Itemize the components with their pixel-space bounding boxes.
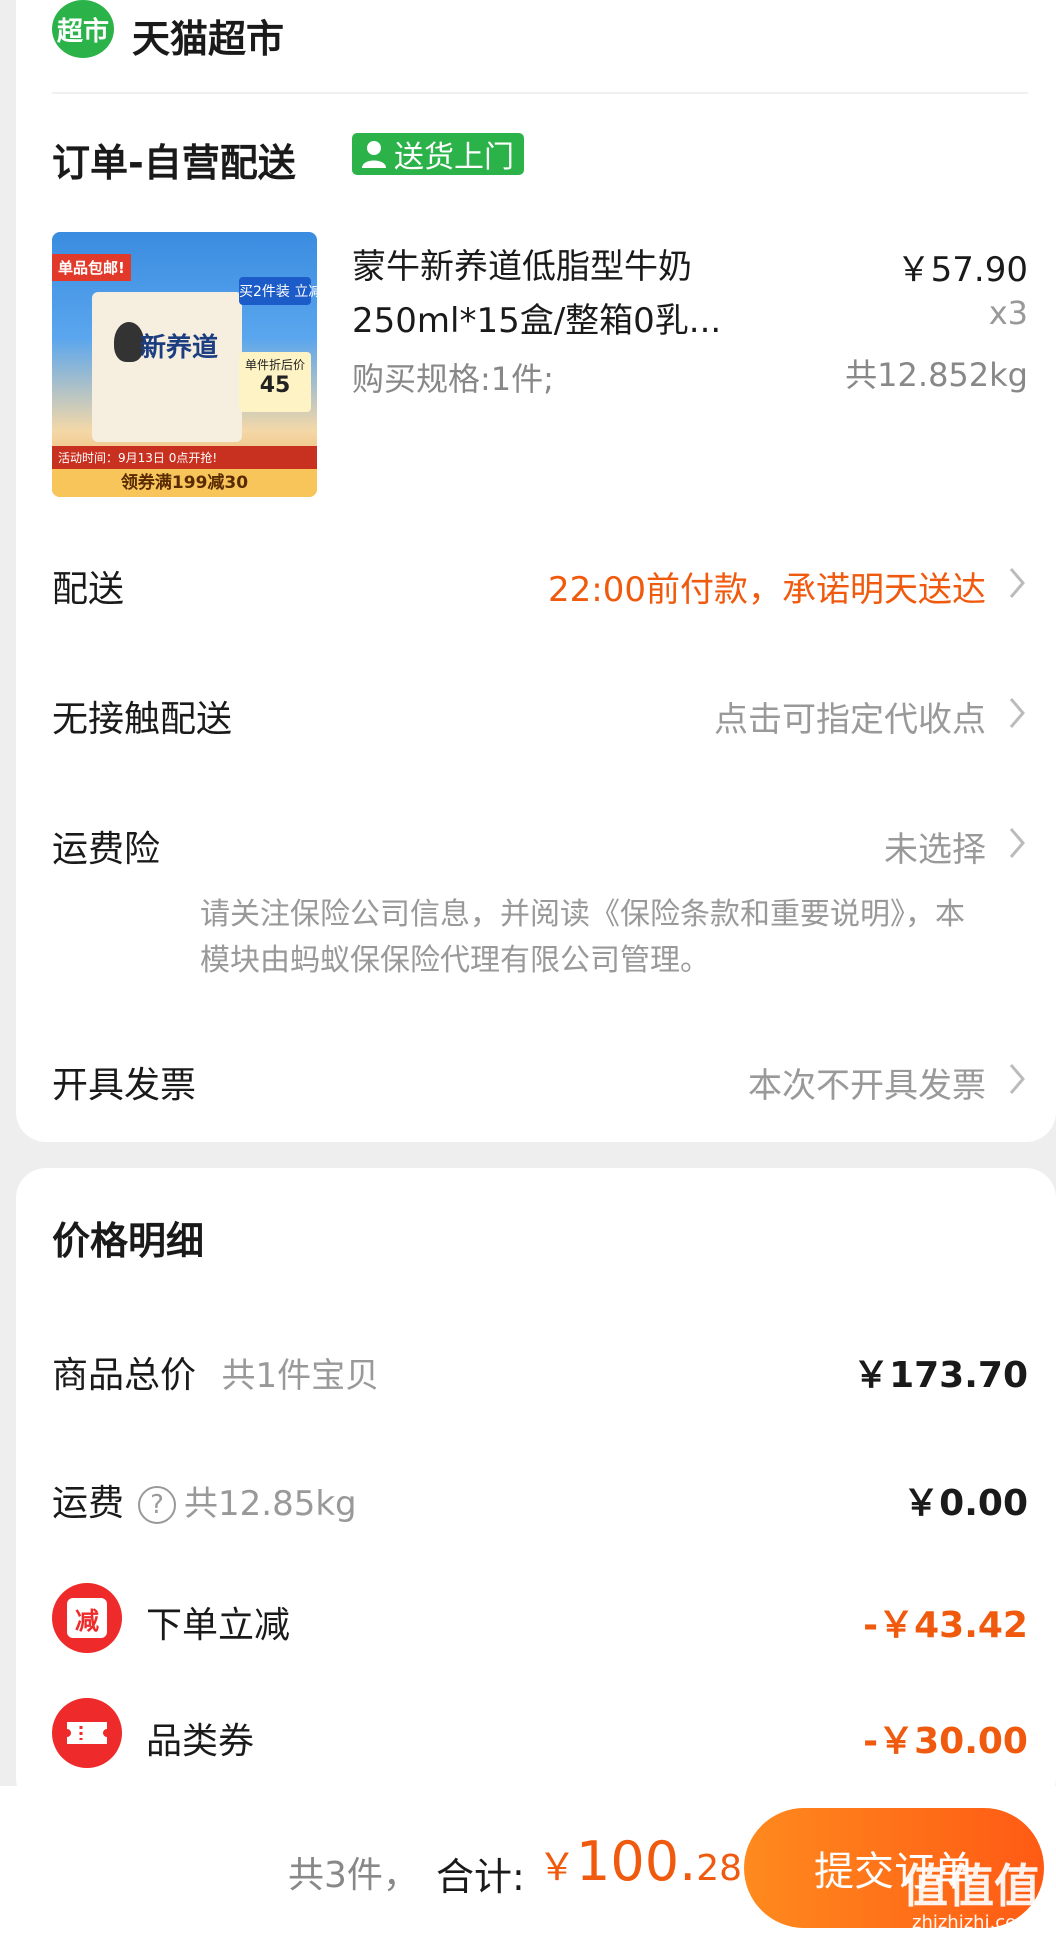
delivery-badge: 送货上门 xyxy=(352,133,524,175)
image-brand: 新养道 xyxy=(140,333,219,363)
divider xyxy=(52,92,1028,94)
price-detail-title: 价格明细 xyxy=(52,1219,205,1263)
shipping-sub: 共12.85kg xyxy=(184,1484,357,1524)
product-price: ￥57.90 xyxy=(896,250,1028,290)
shipping-label: 运费? 共12.85kg xyxy=(52,1474,357,1526)
image-price-box: 单件折后价 45 xyxy=(239,352,311,412)
person-icon xyxy=(362,141,386,168)
delivery-label: 配送 xyxy=(52,569,125,610)
store-logo: 超市 xyxy=(52,0,114,58)
help-icon[interactable]: ? xyxy=(138,1486,177,1524)
goods-total-text: 商品总价 xyxy=(52,1355,197,1396)
product-qty: x3 xyxy=(988,294,1028,332)
chevron-right-icon xyxy=(1009,1064,1025,1094)
item-count: 共3件， xyxy=(288,1855,419,1896)
image-price-value: 45 xyxy=(259,373,291,398)
product-spec: 购买规格:1件; xyxy=(352,360,554,398)
discount-icon-tile: 减 xyxy=(67,1598,107,1638)
discount-icon-text: 减 xyxy=(75,1606,99,1635)
contactless-value: 点击可指定代收点 xyxy=(714,700,986,740)
total-currency: ￥ xyxy=(538,1845,577,1889)
chevron-right-icon xyxy=(1009,568,1025,598)
store-name[interactable]: 天猫超市 xyxy=(132,8,284,63)
product-image[interactable]: 单品包邮! 新养道 买2件装 立减29.9元 单件折后价 45 活动时间：9月1… xyxy=(52,232,317,497)
watermark-logo: 值值值 xyxy=(902,1859,1040,1913)
product-title[interactable]: 蒙牛新养道低脂型牛奶250ml*15盒/整箱0乳... xyxy=(352,240,772,348)
coupon-icon xyxy=(52,1698,122,1768)
goods-total-sub: 共1件宝贝 xyxy=(221,1356,380,1396)
total-decimal: 28 xyxy=(696,1848,743,1889)
image-coupon: 领券满199减30 xyxy=(52,469,317,497)
insurance-note: 请关注保险公司信息，并阅读《保险条款和重要说明》，本模块由蚂蚁保保险代理有限公司… xyxy=(200,897,965,978)
total-amount: ￥100.28 xyxy=(538,1830,742,1893)
total-integer: 100. xyxy=(576,1830,697,1893)
category-coupon-amount: -￥30.00 xyxy=(863,1721,1028,1762)
insurance-label: 运费险 xyxy=(52,829,161,870)
image-price-label: 单件折后价 xyxy=(244,358,305,372)
product-box-art xyxy=(92,292,242,442)
contactless-label: 无接触配送 xyxy=(52,699,233,740)
goods-total-amount: ￥173.70 xyxy=(853,1355,1028,1396)
invoice-value: 本次不开具发票 xyxy=(748,1066,986,1106)
order-title: 订单-自营配送 xyxy=(52,141,296,185)
discount-icon: 减 xyxy=(52,1583,122,1653)
chevron-right-icon xyxy=(1009,828,1025,858)
category-coupon-label: 品类券 xyxy=(146,1721,255,1762)
shipping-text: 运费 xyxy=(52,1483,125,1524)
instant-discount-label: 下单立减 xyxy=(146,1605,291,1646)
total-label: 合计: xyxy=(436,1855,525,1899)
product-weight: 共12.852kg xyxy=(845,356,1028,394)
goods-total-label: 商品总价 共1件宝贝 xyxy=(52,1346,379,1398)
image-side-promo: 买2件装 立减29.9元 xyxy=(239,277,317,305)
delivery-badge-label: 送货上门 xyxy=(394,140,514,175)
instant-discount-amount: -￥43.42 xyxy=(863,1605,1028,1646)
watermark-url: zhizhizhi.com xyxy=(912,1912,1034,1933)
delivery-value: 22:00前付款，承诺明天送达 xyxy=(548,570,986,610)
ticket-icon xyxy=(67,1722,107,1744)
insurance-value: 未选择 xyxy=(884,830,986,870)
image-free-shipping-tag: 单品包邮! xyxy=(52,254,131,281)
image-activity: 活动时间：9月13日 0点开抢! xyxy=(52,446,317,469)
checkout-bar: 共3件， 合计: ￥100.28 提交订单 xyxy=(0,1786,1056,1947)
shipping-amount: ￥0.00 xyxy=(903,1483,1028,1524)
chevron-right-icon xyxy=(1009,698,1025,728)
invoice-label: 开具发票 xyxy=(52,1065,197,1106)
